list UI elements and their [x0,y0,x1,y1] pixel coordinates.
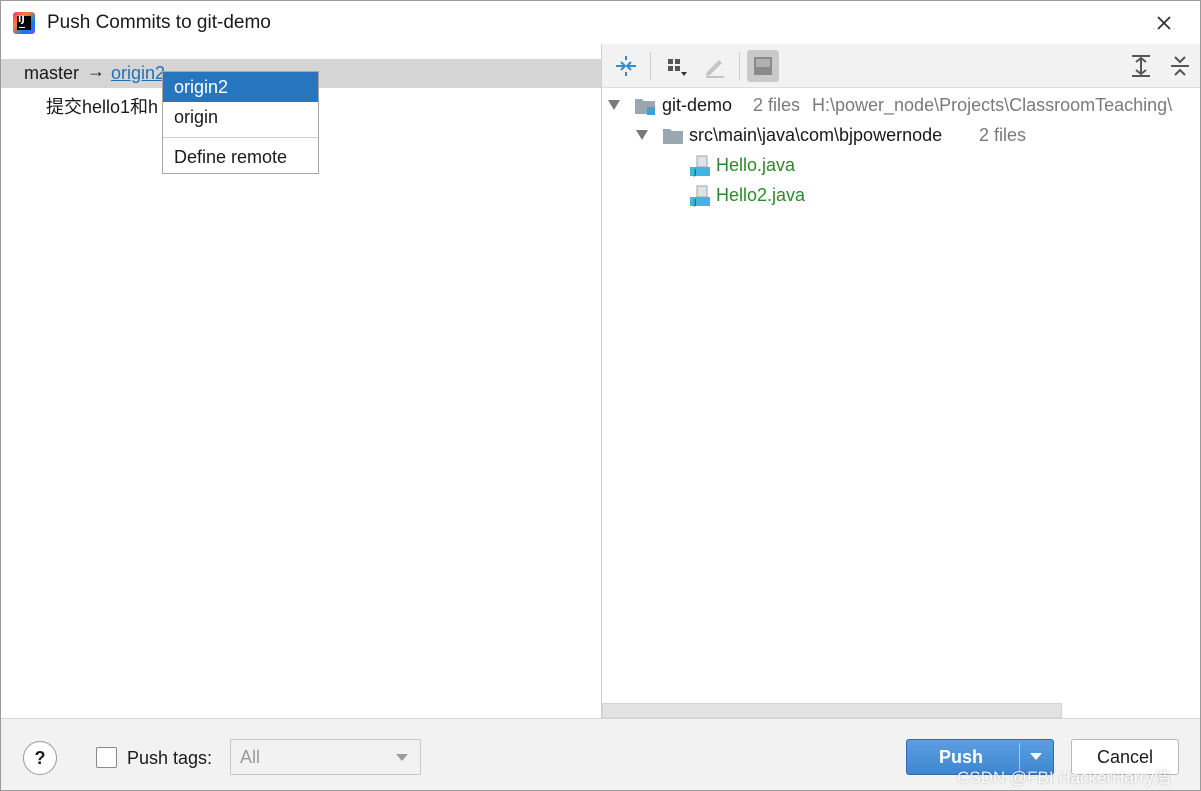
edit-source-icon [706,60,724,78]
svg-text:J: J [693,168,696,177]
java-file-icon: J [690,155,710,177]
package-path: src\main\java\com\bjpowernode [689,125,943,145]
expand-all-button[interactable] [610,50,642,82]
title-bar: IJ Push Commits to git-demo [1,1,1200,44]
tags-select-value: All [240,747,261,767]
repo-file-count: 2 files [753,95,801,115]
repo-path: H:\power_node\Projects\ClassroomTeaching… [812,95,1173,115]
java-file-icon: J [690,185,710,207]
file-name: Hello.java [716,155,796,175]
watermark: CSDN @FBI HackerHarry浩 [957,768,1171,787]
file-name: Hello2.java [716,185,806,205]
collapse-tree-button[interactable] [1164,50,1196,82]
popup-separator [163,137,318,138]
close-icon [1157,16,1171,30]
tree-file-row[interactable]: J Hello.java [602,151,1200,179]
define-remote-label: Define remote [174,147,288,167]
push-tags-label: Push tags: [127,748,213,768]
tags-select[interactable]: All [230,739,421,775]
expand-tree-button[interactable] [1125,50,1157,82]
package-file-count: 2 files [979,125,1027,145]
group-by-icon [668,59,687,76]
group-by-button[interactable] [661,50,693,82]
preview-diff-button[interactable] [747,50,779,82]
push-options-dropdown-icon[interactable] [1030,753,1042,760]
dialog-title: Push Commits to git-demo [47,12,271,33]
remote-option-label: origin [174,107,219,127]
help-button[interactable]: ? [23,741,57,775]
tree-root-row[interactable]: git-demo 2 files H:\power_node\Projects\… [602,91,1200,119]
edit-source-button[interactable] [698,50,730,82]
tree-package-row[interactable]: src\main\java\com\bjpowernode 2 files [602,121,1200,149]
push-commits-dialog: IJ Push Commits to git-demo master → ori… [0,0,1201,791]
remote-popup-menu: origin2 origin Define remote [162,71,319,174]
chevron-down-icon [396,754,408,761]
tree-file-row[interactable]: J Hello2.java [602,181,1200,209]
repository-folder-icon [635,99,655,115]
collapse-tree-icon [1171,56,1189,76]
preview-icon [754,57,772,75]
expand-tree-icon [1132,55,1150,77]
folder-icon [663,129,683,144]
remote-option-origin[interactable]: origin [163,102,318,132]
intellij-app-icon: IJ [13,12,35,34]
remote-target-link[interactable]: origin2 [111,63,165,84]
push-arrow: → [87,61,105,81]
dialog-footer: ? Push tags: All Push Cancel CSDN @FBI H… [1,718,1200,790]
expand-triangle-icon [608,100,620,110]
push-tags-checkbox[interactable] [96,747,117,768]
close-button[interactable] [1151,10,1177,36]
remote-option-origin2[interactable]: origin2 [163,72,318,102]
toolbar-separator [650,52,651,80]
expand-triangle-icon [636,130,648,140]
horizontal-scrollbar[interactable] [602,703,1062,718]
changes-pane: git-demo 2 files H:\power_node\Projects\… [602,44,1200,718]
svg-text:J: J [693,198,696,207]
expand-all-icon [616,56,636,76]
toolbar-separator [739,52,740,80]
repo-name: git-demo [662,95,733,115]
local-branch-label: master [24,63,80,83]
commit-row[interactable]: 提交hello1和h [46,93,158,119]
changes-toolbar [602,44,1200,88]
define-remote-item[interactable]: Define remote [163,142,318,172]
remote-option-label: origin2 [174,77,229,97]
